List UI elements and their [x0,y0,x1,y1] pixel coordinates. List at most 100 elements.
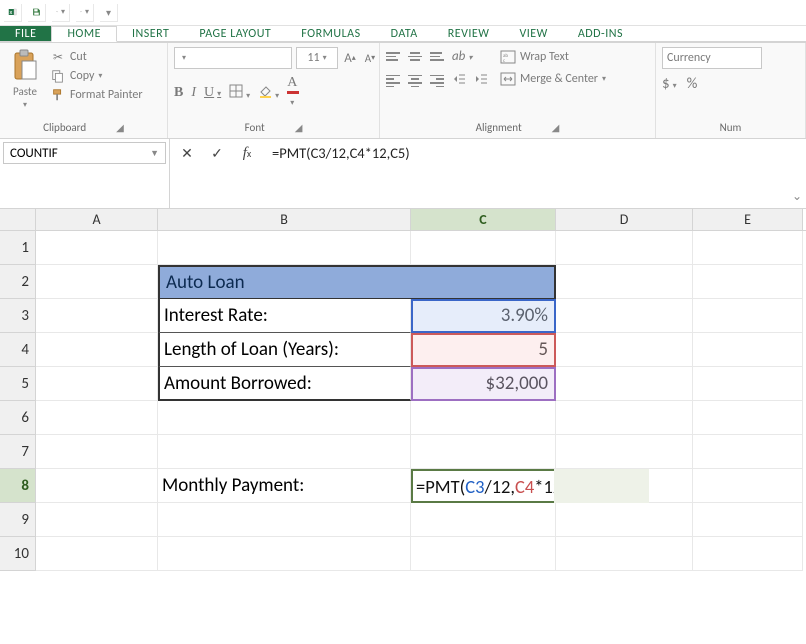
cell-e6[interactable] [693,401,803,435]
copy-button[interactable]: Copy ▾ [50,68,143,84]
cell-a1[interactable] [36,231,158,265]
wrap-text-button[interactable]: abc Wrap Text [500,49,606,65]
cell-e9[interactable] [693,503,803,537]
align-bottom-icon[interactable] [430,52,444,61]
bold-button[interactable]: B [174,85,183,101]
cell-c9[interactable] [411,503,556,537]
save-icon[interactable] [28,4,46,22]
row-header-7[interactable]: 7 [0,435,36,469]
cell-a5[interactable] [36,367,158,401]
row-header-2[interactable]: 2 [0,265,36,299]
select-all-corner[interactable] [0,209,36,230]
cell-b3[interactable]: Interest Rate: [158,299,411,333]
cell-b1[interactable] [158,231,411,265]
cell-c4[interactable]: 5 [411,333,556,367]
cell-d2[interactable] [556,265,693,299]
cell-c6[interactable] [411,401,556,435]
cell-a3[interactable] [36,299,158,333]
cell-b2-merged[interactable]: Auto Loan [158,265,556,299]
cell-d4[interactable] [556,333,693,367]
percent-format-icon[interactable]: % [687,75,698,93]
row-header-4[interactable]: 4 [0,333,36,367]
tab-review[interactable]: REVIEW [433,26,505,41]
cell-e1[interactable] [693,231,803,265]
align-right-icon[interactable] [430,75,444,87]
cell-a8[interactable] [36,469,158,503]
worksheet-grid[interactable]: A B C D E 1 2 Auto Loan 3 Interest Rate:… [0,209,806,571]
tab-home[interactable]: HOME [51,26,117,42]
cell-d9[interactable] [556,503,693,537]
cell-b7[interactable] [158,435,411,469]
cell-e7[interactable] [693,435,803,469]
font-launcher-icon[interactable]: ◢ [295,121,303,134]
name-box-chevron-icon[interactable]: ▼ [150,148,159,159]
tab-file[interactable]: FILE [0,26,51,41]
cell-d1[interactable] [556,231,693,265]
borders-button[interactable] [229,84,250,102]
cell-a4[interactable] [36,333,158,367]
cell-d10[interactable] [556,537,693,571]
row-header-5[interactable]: 5 [0,367,36,401]
formula-bar-input[interactable]: =PMT(C3/12,C4*12,C5) [264,139,788,208]
cell-c3[interactable]: 3.90% [411,299,556,333]
clipboard-launcher-icon[interactable]: ◢ [116,121,124,134]
enter-formula-button[interactable]: ✓ [203,142,231,164]
redo-button[interactable] [76,4,94,22]
tab-formulas[interactable]: FORMULAS [286,26,375,41]
row-header-8[interactable]: 8 [0,469,36,503]
name-box[interactable]: COUNTIF ▼ [3,142,166,164]
font-name-combo[interactable] [174,47,292,69]
underline-button[interactable]: U [204,85,221,101]
cell-b6[interactable] [158,401,411,435]
cell-d6[interactable] [556,401,693,435]
align-center-h-icon[interactable] [408,75,422,87]
shrink-font-icon[interactable]: A▾ [362,50,378,66]
merge-center-button[interactable]: Merge & Center ▾ [500,71,606,87]
row-header-10[interactable]: 10 [0,537,36,571]
tab-add-ins[interactable]: ADD-INS [563,26,638,41]
grow-font-icon[interactable]: A▴ [342,50,358,66]
font-size-combo[interactable]: 11 [296,47,338,69]
cell-d3[interactable] [556,299,693,333]
cancel-formula-button[interactable]: ✕ [173,142,201,164]
cell-a9[interactable] [36,503,158,537]
accounting-format-icon[interactable]: $ [662,75,677,93]
orientation-icon[interactable]: ab [452,49,472,64]
align-left-icon[interactable] [386,75,400,87]
cell-e5[interactable] [693,367,803,401]
italic-button[interactable]: I [191,85,196,101]
expand-formula-bar-icon[interactable]: ⌄ [788,139,806,208]
column-header-c[interactable]: C [411,209,556,230]
tab-data[interactable]: DATA [376,26,433,41]
cell-e8[interactable] [693,469,803,503]
column-header-e[interactable]: E [693,209,803,230]
align-top-icon[interactable] [386,52,400,61]
cell-d7[interactable] [556,435,693,469]
cell-c7[interactable] [411,435,556,469]
row-header-1[interactable]: 1 [0,231,36,265]
cell-e3[interactable] [693,299,803,333]
row-header-6[interactable]: 6 [0,401,36,435]
align-middle-icon[interactable] [408,52,422,61]
cell-a10[interactable] [36,537,158,571]
cell-c1[interactable] [411,231,556,265]
increase-indent-icon[interactable] [474,72,488,90]
cell-a7[interactable] [36,435,158,469]
cell-b5[interactable]: Amount Borrowed: [158,367,411,401]
cell-e4[interactable] [693,333,803,367]
number-format-combo[interactable]: Currency [662,47,762,69]
column-header-b[interactable]: B [158,209,411,230]
undo-button[interactable] [52,4,70,22]
alignment-launcher-icon[interactable]: ◢ [552,121,560,134]
tab-page-layout[interactable]: PAGE LAYOUT [184,26,286,41]
cell-c5[interactable]: $32,000 [411,367,556,401]
cell-e10[interactable] [693,537,803,571]
decrease-indent-icon[interactable] [452,72,466,90]
cell-a2[interactable] [36,265,158,299]
row-header-9[interactable]: 9 [0,503,36,537]
insert-function-button[interactable]: fx [233,142,261,164]
cell-b4[interactable]: Length of Loan (Years): [158,333,411,367]
cell-b8[interactable]: Monthly Payment: [158,469,411,503]
format-painter-button[interactable]: Format Painter [50,87,143,103]
tab-insert[interactable]: INSERT [117,26,184,41]
